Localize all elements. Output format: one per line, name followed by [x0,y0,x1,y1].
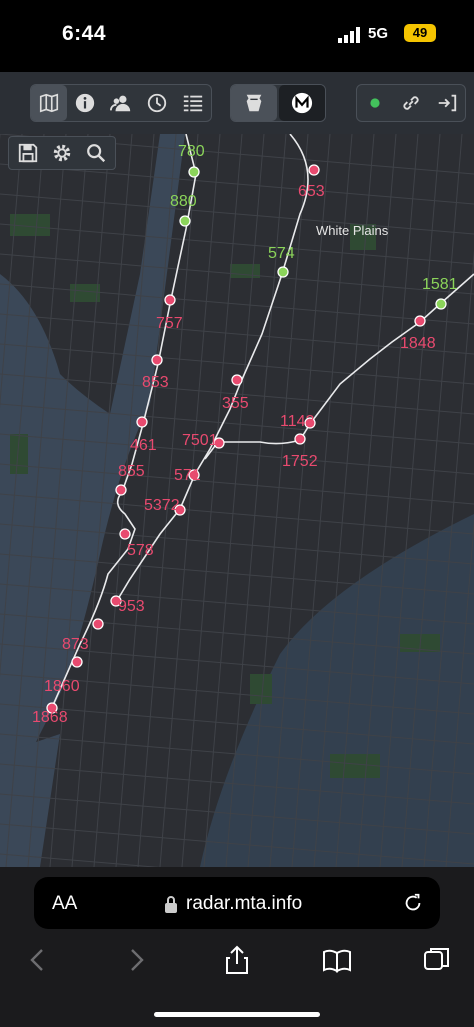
search-button[interactable] [79,137,113,169]
train-label: 873 [62,636,89,653]
train-marker-780[interactable]: 780 [178,143,205,178]
login-button[interactable] [429,85,465,121]
clock-button[interactable] [139,85,175,121]
map-canvas[interactable]: White Plains 780 653 880 574 1581 757 1848 853 3… [0,134,474,867]
lock-icon [165,896,177,913]
info-icon [75,93,95,113]
save-button[interactable] [11,137,45,169]
status-time: 6:44 [62,22,107,45]
train-dot[interactable] [435,298,447,310]
back-icon[interactable] [22,944,52,976]
metro-icon [291,92,313,114]
map-icon [39,93,59,113]
link-icon [403,96,419,110]
train-label: 574 [268,245,295,262]
link-button[interactable] [393,85,429,121]
train-label: 855 [118,463,145,480]
url-text[interactable]: radar.mta.info [186,893,302,915]
train-dot[interactable] [92,618,104,630]
train-dot[interactable] [414,315,426,327]
users-button[interactable] [103,85,139,121]
forward-icon[interactable] [122,944,152,976]
tabs-icon[interactable] [422,944,452,976]
train-label: 1752 [282,453,318,470]
train-dot[interactable] [119,528,131,540]
info-button[interactable] [67,85,103,121]
home-indicator [154,1012,320,1017]
settings-button[interactable] [45,137,79,169]
train-dot[interactable] [151,354,163,366]
train-label: 953 [118,598,145,615]
train-dot[interactable] [188,166,200,178]
map-button[interactable] [31,85,67,121]
train-marker-880[interactable]: 880 [170,193,197,227]
train-label: 578 [127,542,154,559]
status-bar: 6:44 5G 49 [0,0,474,72]
train-marker-571[interactable]: 571 [174,467,201,484]
train-marker-1848[interactable]: 1848 [400,315,436,352]
train-dot[interactable] [231,374,243,386]
train-label: 1860 [44,678,80,695]
metro-north-button[interactable] [279,85,325,121]
train-label: 1581 [422,276,458,293]
map-controls [8,136,116,170]
train-marker-953[interactable]: 953 [110,595,145,615]
train-dot[interactable] [179,215,191,227]
train-dot[interactable] [308,164,320,176]
rail-map[interactable]: White Plains 780 653 880 574 1581 757 1848 853 3… [0,134,474,867]
train-label: 1868 [32,709,68,726]
train-dot[interactable] [115,484,127,496]
train-label: 1142 [280,413,315,430]
train-dot[interactable] [136,416,148,428]
list-icon [183,95,203,112]
reload-icon[interactable] [402,892,424,914]
list-button[interactable] [175,85,211,121]
train-marker-855[interactable]: 855 [115,463,145,496]
users-icon [110,95,131,112]
connection-group [356,84,466,122]
keystone-icon [246,94,262,112]
battery-icon: 49 [404,24,436,42]
train-dot[interactable] [294,433,306,445]
train-label: 571 [174,467,201,484]
train-label: 1848 [400,335,436,352]
place-label: White Plains [316,223,389,238]
gear-icon [53,144,71,162]
train-dot[interactable] [277,266,289,278]
train-label: 7501 [182,432,218,449]
train-label: 355 [222,395,249,412]
bookmarks-icon[interactable] [322,944,352,976]
train-dot[interactable] [164,294,176,306]
clock-icon [147,93,167,113]
train-label: 653 [298,183,325,200]
train-marker-574[interactable]: 574 [268,245,295,278]
login-icon [438,94,457,112]
search-icon [87,144,106,163]
share-icon[interactable] [222,944,252,976]
train-label: 853 [142,374,169,391]
train-marker-5372[interactable]: 5372 [144,497,186,516]
agency-group [230,84,326,122]
lirr-button[interactable] [231,85,277,121]
text-size-button[interactable]: AA [52,893,77,915]
train-dot[interactable] [71,656,83,668]
train-marker-1752[interactable]: 1752 [282,433,318,470]
train-label: 461 [130,437,157,454]
network-type: 5G [368,25,389,42]
train-label: 780 [178,143,205,160]
status-dot-icon [370,98,380,108]
view-tools-group [30,84,212,122]
train-label: 757 [156,315,183,332]
signal-icon [338,27,360,43]
save-icon [18,143,38,163]
train-marker-1581[interactable]: 1581 [422,276,458,310]
train-label: 880 [170,193,197,210]
train-marker-578[interactable]: 578 [119,528,154,559]
train-label: 5372 [144,497,180,514]
status-indicator [357,85,393,121]
app-toolbar [0,72,474,135]
train-marker-653[interactable]: 653 [298,164,325,200]
train-marker-1142[interactable]: 1142 [280,413,316,430]
